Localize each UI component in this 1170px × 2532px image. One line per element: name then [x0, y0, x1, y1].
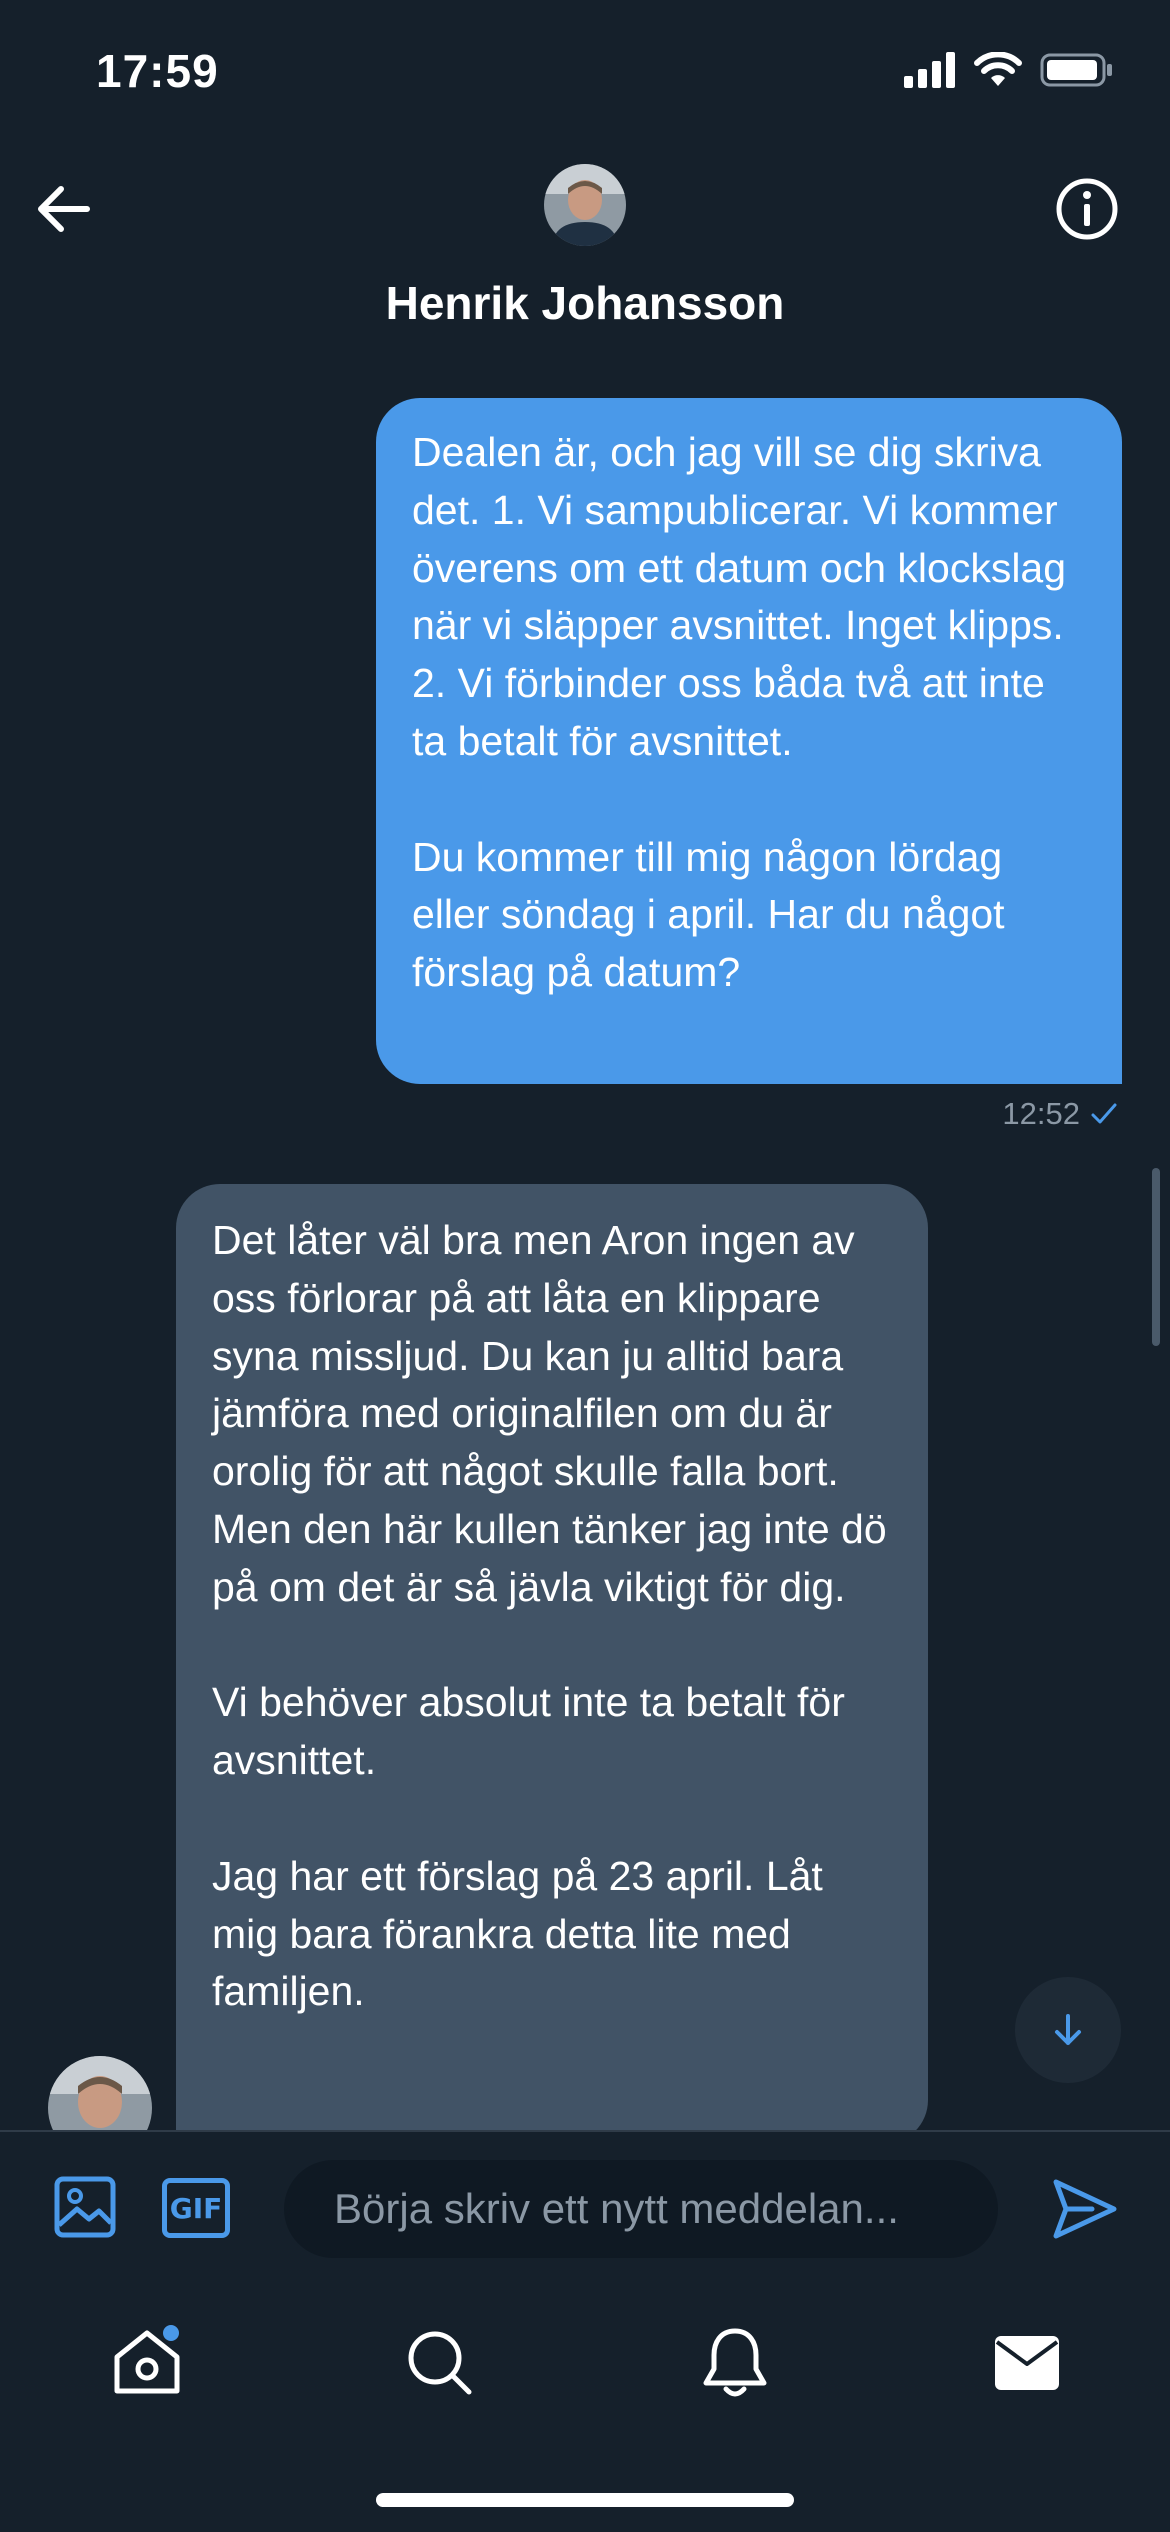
info-icon: [1056, 178, 1118, 240]
envelope-icon: [995, 2336, 1059, 2390]
status-icons: [904, 52, 1114, 88]
tab-home[interactable]: [102, 2318, 192, 2408]
notification-dot: [163, 2325, 179, 2341]
conversation-header: Henrik Johansson: [0, 150, 1170, 350]
add-media-button[interactable]: [52, 2174, 118, 2240]
arrow-left-icon: [38, 186, 90, 232]
tab-search[interactable]: [395, 2318, 485, 2408]
gif-button[interactable]: GIF: [162, 2178, 230, 2238]
received-message-bubble[interactable]: Det låter väl bra men Aron ingen av oss …: [176, 1184, 928, 2144]
image-icon: [54, 2176, 116, 2238]
back-button[interactable]: [30, 176, 96, 242]
send-icon: [1053, 2179, 1117, 2239]
arrow-down-icon: [1055, 2014, 1081, 2045]
tab-notifications[interactable]: [690, 2318, 780, 2408]
sent-message-bubble[interactable]: Dealen är, och jag vill se dig skriva de…: [376, 398, 1122, 1084]
message-input[interactable]: [284, 2160, 998, 2258]
avatar-photo: [544, 164, 626, 246]
scrollbar[interactable]: [1152, 1168, 1160, 1346]
battery-icon: [1040, 53, 1112, 87]
send-button[interactable]: [1050, 2174, 1120, 2244]
sent-message-meta: 12:52: [1002, 1096, 1118, 1132]
checkmark-icon: [1091, 1103, 1117, 1124]
sent-message-time: 12:52: [1002, 1096, 1080, 1131]
bell-icon: [703, 2328, 767, 2397]
status-bar: 17:59: [0, 0, 1170, 150]
wifi-icon: [974, 52, 1022, 86]
tab-messages[interactable]: [982, 2318, 1072, 2408]
home-indicator: [376, 2493, 794, 2507]
scroll-to-bottom-button[interactable]: [1015, 1977, 1121, 2083]
message-composer: GIF: [0, 2130, 1170, 2282]
search-icon: [408, 2331, 472, 2395]
contact-avatar[interactable]: [544, 164, 626, 246]
home-icon: [114, 2325, 180, 2394]
signal-icon: [904, 52, 955, 88]
contact-name[interactable]: Henrik Johansson: [0, 276, 1170, 330]
info-button[interactable]: [1054, 176, 1120, 242]
status-time: 17:59: [96, 45, 219, 97]
